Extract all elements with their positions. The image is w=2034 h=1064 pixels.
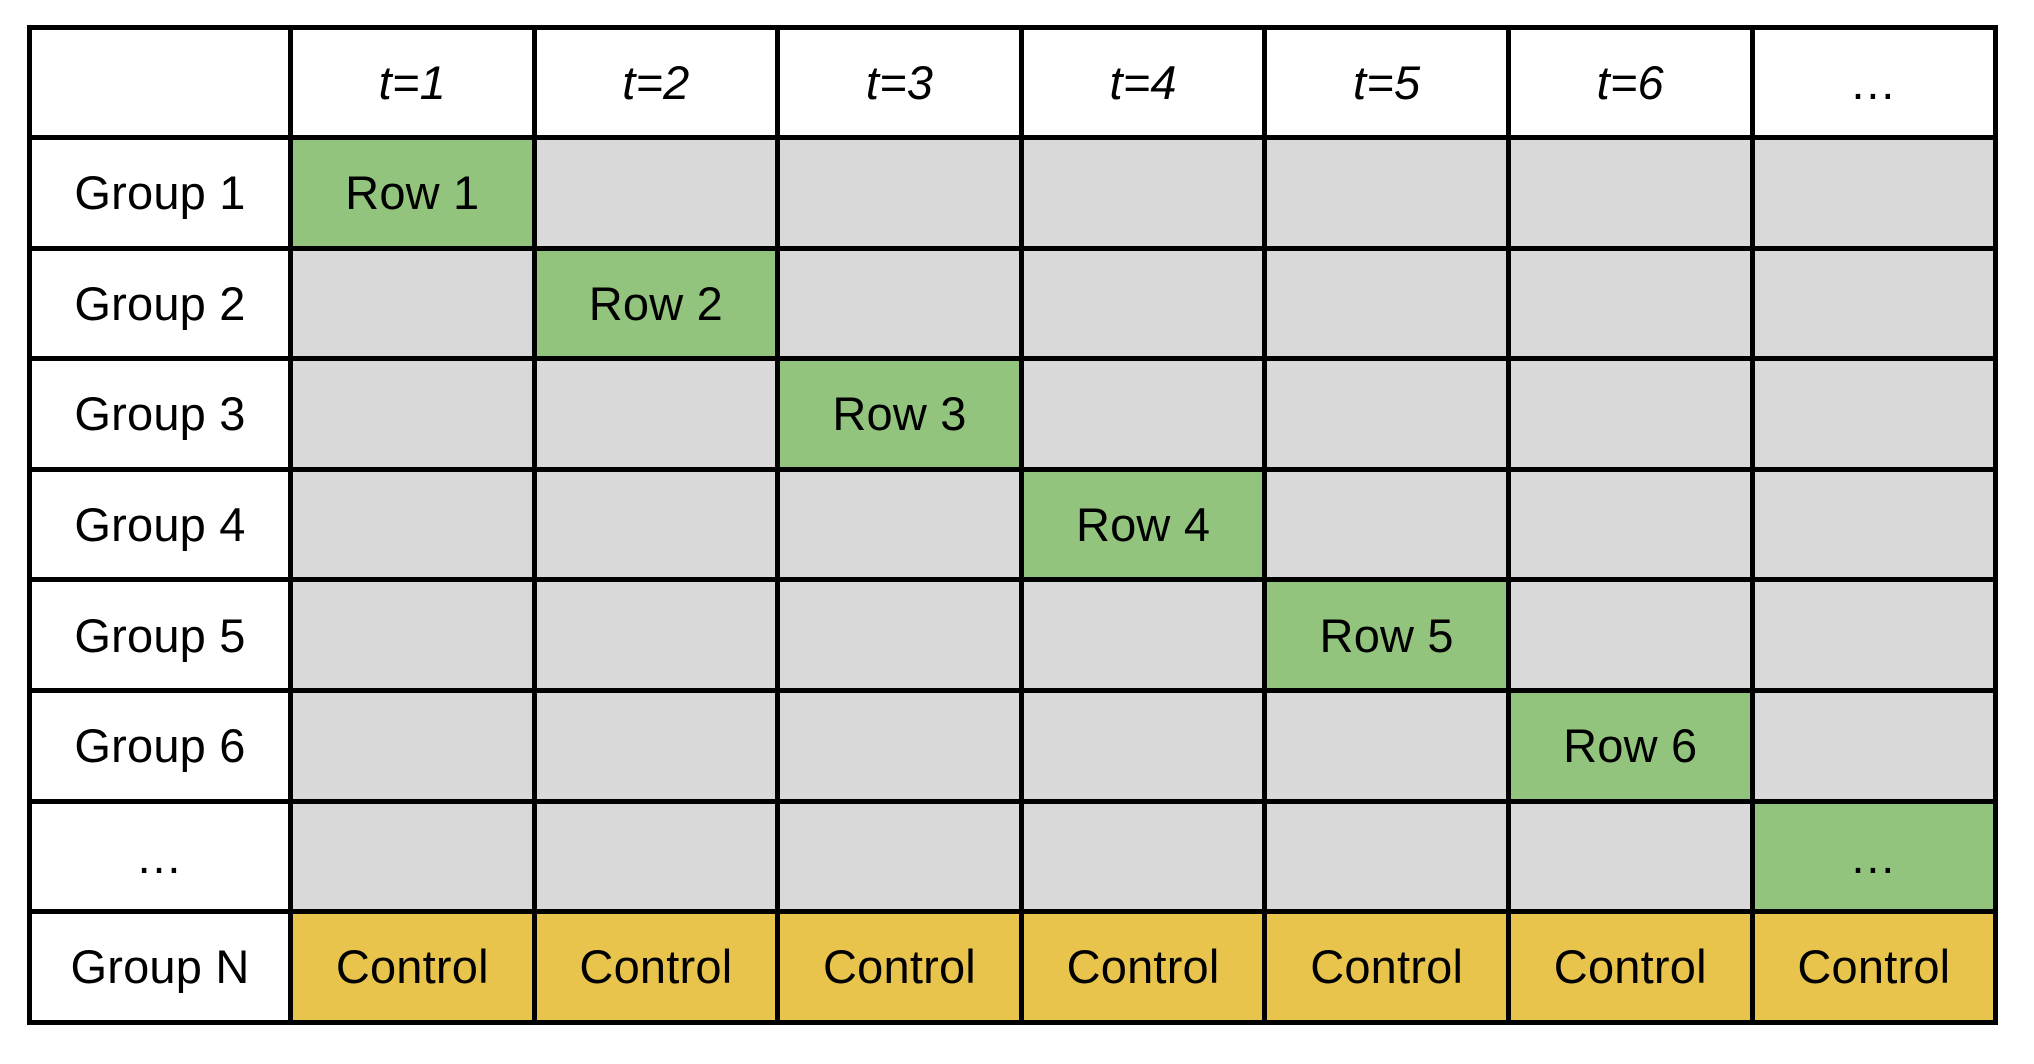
column-header-5: t=5 <box>1262 25 1511 140</box>
matrix-cell-r4-c1 <box>288 466 537 583</box>
matrix-cell-r1-c3 <box>775 135 1024 251</box>
matrix-cell-r7-c2 <box>531 798 781 915</box>
figure-canvas: t=1 t=2 t=3 t=4 t=5 t=6… Group 1 Row 1 Group 2R… <box>0 0 2034 1064</box>
matrix-cell-r5-c4 <box>1018 577 1268 693</box>
column-header-4: t=4 <box>1018 25 1268 140</box>
matrix-cell-r6-c5 <box>1262 687 1511 804</box>
column-header-7: … <box>1749 25 1999 140</box>
matrix-cell-r1-c4 <box>1018 135 1268 251</box>
matrix-cell-r5-c1 <box>288 577 537 693</box>
matrix-cell-r5-c5: Row 5 <box>1262 577 1511 693</box>
table-row: Group 4 Row 4 <box>27 466 1999 583</box>
matrix-cell-r2-c7 <box>1749 245 1999 362</box>
row-label-3: Group 3 <box>27 356 293 472</box>
matrix-cell-r4-c3 <box>775 466 1024 583</box>
row-label-4: Group 4 <box>27 466 293 583</box>
column-header-3: t=3 <box>775 25 1024 140</box>
matrix-cell-r5-c7 <box>1749 577 1999 693</box>
matrix-cell-r4-c4: Row 4 <box>1018 466 1268 583</box>
row-label-5: Group 5 <box>27 577 293 693</box>
matrix-cell-r8-c1: Control <box>288 909 537 1025</box>
matrix-cell-r1-c6 <box>1505 135 1755 251</box>
matrix-cell-r3-c4 <box>1018 356 1268 472</box>
table-row: Group 1 Row 1 <box>27 135 1999 251</box>
matrix-cell-r8-c7: Control <box>1749 909 1999 1025</box>
matrix-cell-r2-c4 <box>1018 245 1268 362</box>
matrix-cell-r3-c2 <box>531 356 781 472</box>
matrix-cell-r6-c3 <box>775 687 1024 804</box>
matrix-cell-r3-c3: Row 3 <box>775 356 1024 472</box>
matrix-cell-r7-c7: … <box>1749 798 1999 915</box>
matrix-cell-r6-c4 <box>1018 687 1268 804</box>
matrix-cell-r2-c6 <box>1505 245 1755 362</box>
matrix-cell-r8-c6: Control <box>1505 909 1755 1025</box>
matrix-cell-r3-c1 <box>288 356 537 472</box>
matrix-cell-r4-c5 <box>1262 466 1511 583</box>
table-row: …… <box>27 798 1999 915</box>
table-body: Group 1 Row 1 Group 2 Row 2 Group 3 Row 3 Grou… <box>27 135 1999 1025</box>
matrix-cell-r4-c2 <box>531 466 781 583</box>
matrix-cell-r3-c7 <box>1749 356 1999 472</box>
row-label-7: … <box>27 798 293 915</box>
header-row: t=1 t=2 t=3 t=4 t=5 t=6… <box>27 25 1999 140</box>
matrix-cell-r7-c3 <box>775 798 1024 915</box>
matrix-cell-r3-c5 <box>1262 356 1511 472</box>
matrix-cell-r4-c6 <box>1505 466 1755 583</box>
matrix-cell-r1-c2 <box>531 135 781 251</box>
matrix-cell-r5-c6 <box>1505 577 1755 693</box>
matrix-cell-r1-c5 <box>1262 135 1511 251</box>
matrix-cell-r6-c6: Row 6 <box>1505 687 1755 804</box>
design-matrix-table: t=1 t=2 t=3 t=4 t=5 t=6… Group 1 Row 1 Group 2R… <box>27 25 1999 1025</box>
matrix-cell-r2-c5 <box>1262 245 1511 362</box>
table-row: Group 6 Row 6 <box>27 687 1999 804</box>
matrix-cell-r1-c7 <box>1749 135 1999 251</box>
header-corner-cell <box>27 25 293 140</box>
matrix-cell-r2-c2: Row 2 <box>531 245 781 362</box>
table-row: Group 5 Row 5 <box>27 577 1999 693</box>
matrix-cell-r2-c3 <box>775 245 1024 362</box>
matrix-cell-r6-c7 <box>1749 687 1999 804</box>
matrix-cell-r5-c3 <box>775 577 1024 693</box>
matrix-cell-r7-c6 <box>1505 798 1755 915</box>
matrix-cell-r8-c4: Control <box>1018 909 1268 1025</box>
matrix-cell-r8-c2: Control <box>531 909 781 1025</box>
matrix-cell-r8-c3: Control <box>775 909 1024 1025</box>
matrix-cell-r6-c1 <box>288 687 537 804</box>
matrix-cell-r7-c4 <box>1018 798 1268 915</box>
matrix-cell-r8-c5: Control <box>1262 909 1511 1025</box>
table-row: Group N Control Control Control Control Contr… <box>27 909 1999 1025</box>
matrix-cell-r5-c2 <box>531 577 781 693</box>
table-header: t=1 t=2 t=3 t=4 t=5 t=6… <box>27 25 1999 140</box>
table-row: Group 2 Row 2 <box>27 245 1999 362</box>
matrix-cell-r2-c1 <box>288 245 537 362</box>
matrix-cell-r7-c1 <box>288 798 537 915</box>
column-header-1: t=1 <box>288 25 537 140</box>
table-row: Group 3 Row 3 <box>27 356 1999 472</box>
row-label-1: Group 1 <box>27 135 293 251</box>
column-header-2: t=2 <box>531 25 781 140</box>
matrix-cell-r6-c2 <box>531 687 781 804</box>
matrix-cell-r3-c6 <box>1505 356 1755 472</box>
matrix-cell-r4-c7 <box>1749 466 1999 583</box>
column-header-6: t=6 <box>1505 25 1755 140</box>
matrix-cell-r7-c5 <box>1262 798 1511 915</box>
row-label-6: Group 6 <box>27 687 293 804</box>
row-label-2: Group 2 <box>27 245 293 362</box>
matrix-cell-r1-c1: Row 1 <box>288 135 537 251</box>
row-label-8: Group N <box>27 909 293 1025</box>
